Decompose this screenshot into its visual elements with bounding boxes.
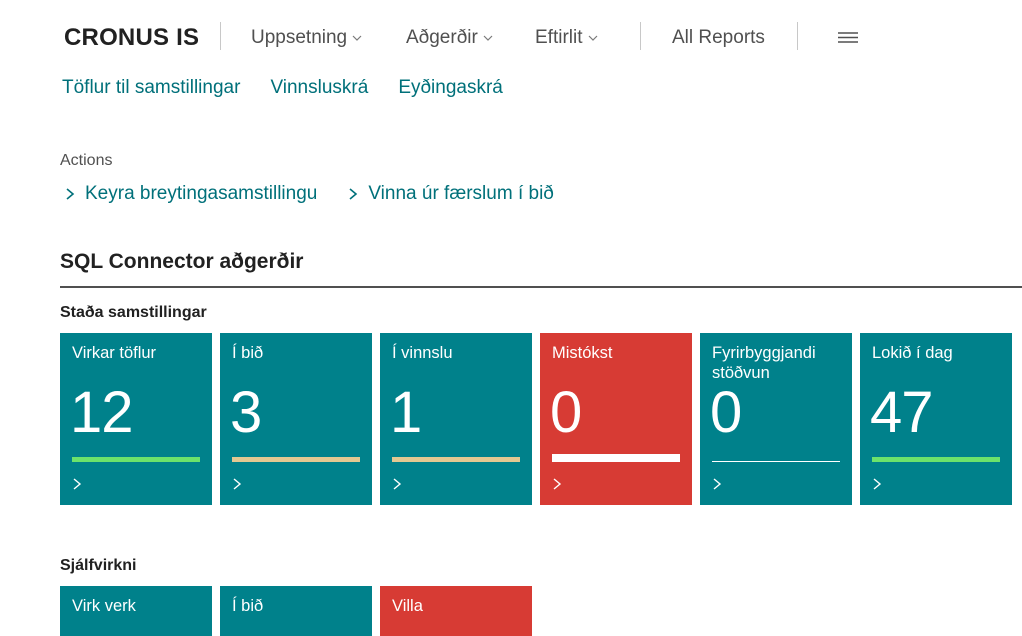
tile-label: Í bið xyxy=(232,344,264,362)
tile-status-bar xyxy=(712,461,840,462)
action-keyra-breytingasamstillingu[interactable]: Keyra breytingasamstillingu xyxy=(64,183,317,205)
tile-i-bid-automation[interactable]: Í bið xyxy=(220,586,372,636)
nav-divider xyxy=(797,22,798,50)
tile-villa[interactable]: Villa xyxy=(380,586,532,636)
action-label: Vinna úr færslum í bið xyxy=(368,183,554,204)
group-label-sjalfvirkni: Sjálfvirkni xyxy=(60,557,137,574)
navigation-links: Töflur til samstillingar Vinnsluskrá Eyð… xyxy=(62,77,503,99)
link-eydingaskra[interactable]: Eyðingaskrá xyxy=(398,77,503,99)
all-reports-link[interactable]: All Reports xyxy=(672,27,765,49)
tile-value: 0 xyxy=(710,380,742,445)
hamburger-icon[interactable] xyxy=(838,31,858,45)
tile-i-bid[interactable]: Í bið 3 xyxy=(220,333,372,505)
tile-value: 12 xyxy=(70,380,134,445)
actions-list: Keyra breytingasamstillingu Vinna úr fær… xyxy=(64,183,554,205)
actions-label: Actions xyxy=(60,152,113,169)
section-title: SQL Connector aðgerðir xyxy=(60,250,304,273)
action-vinna-ur-faerslum[interactable]: Vinna úr færslum í bið xyxy=(347,183,554,205)
tile-status-bar xyxy=(552,454,680,462)
menu-uppsetning[interactable]: Uppsetning xyxy=(251,27,362,49)
chevron-right-icon xyxy=(553,478,562,490)
tile-status-bar xyxy=(72,457,200,462)
tile-fyrirbyggjandi-stodvun[interactable]: Fyrirbyggjandi stöðvun 0 xyxy=(700,333,852,505)
tile-value: 0 xyxy=(550,380,582,445)
chevron-down-icon xyxy=(352,35,362,41)
tile-label: Í vinnslu xyxy=(392,344,453,362)
tile-mistokst[interactable]: Mistókst 0 xyxy=(540,333,692,505)
section-divider xyxy=(60,286,1022,288)
nav-divider xyxy=(640,22,641,50)
chevron-right-icon xyxy=(713,478,722,490)
chevron-right-icon xyxy=(73,478,82,490)
chevron-down-icon xyxy=(483,35,493,41)
nav-divider xyxy=(220,22,221,50)
tile-value: 3 xyxy=(230,380,262,445)
link-vinnsluskra[interactable]: Vinnsluskrá xyxy=(270,77,368,99)
chevron-right-icon xyxy=(349,188,358,200)
tile-virk-verk[interactable]: Virk verk xyxy=(60,586,212,636)
tile-value: 47 xyxy=(870,380,934,445)
tile-label: Í bið xyxy=(232,597,264,615)
tile-label: Virk verk xyxy=(72,597,136,615)
tile-label: Mistókst xyxy=(552,344,613,362)
action-label: Keyra breytingasamstillingu xyxy=(85,183,318,204)
company-name[interactable]: CRONUS IS xyxy=(64,24,199,52)
chevron-right-icon xyxy=(873,478,882,490)
group-label-stada-samstillingar: Staða samstillingar xyxy=(60,304,207,321)
menu-adgerdir[interactable]: Aðgerðir xyxy=(406,27,493,49)
tile-value: 1 xyxy=(390,380,422,445)
tile-status-bar xyxy=(872,457,1000,462)
tile-label: Lokið í dag xyxy=(872,344,953,362)
chevron-right-icon xyxy=(393,478,402,490)
chevron-right-icon xyxy=(233,478,242,490)
tile-i-vinnslu[interactable]: Í vinnslu 1 xyxy=(380,333,532,505)
tile-label: Villa xyxy=(392,597,423,615)
menu-adgerdir-label: Aðgerðir xyxy=(406,27,478,48)
chevron-down-icon xyxy=(588,35,597,41)
tile-label: Virkar töflur xyxy=(72,344,157,362)
tile-virkar-toflur[interactable]: Virkar töflur 12 xyxy=(60,333,212,505)
menu-eftirlit-label: Eftirlit xyxy=(535,27,583,48)
link-toflur-til-samstillingar[interactable]: Töflur til samstillingar xyxy=(62,77,240,99)
tile-lokid-i-dag[interactable]: Lokið í dag 47 xyxy=(860,333,1012,505)
tile-status-bar xyxy=(392,457,520,462)
top-navigation-bar: CRONUS IS Uppsetning Aðgerðir Eftirlit A… xyxy=(0,0,1022,76)
chevron-right-icon xyxy=(66,188,75,200)
tile-label: Fyrirbyggjandi stöðvun xyxy=(712,344,816,382)
menu-eftirlit[interactable]: Eftirlit xyxy=(535,27,598,49)
menu-uppsetning-label: Uppsetning xyxy=(251,27,348,48)
tile-status-bar xyxy=(232,457,360,462)
